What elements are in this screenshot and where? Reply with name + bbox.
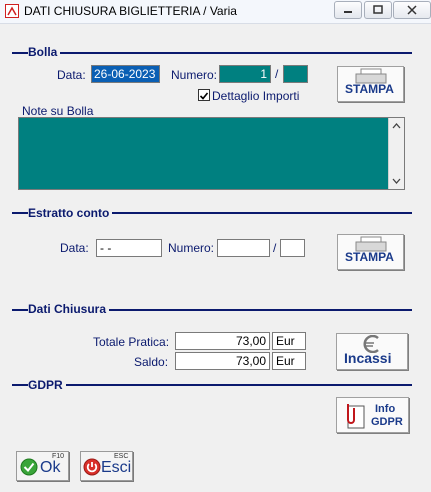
estratto-number-suffix-field[interactable] xyxy=(280,239,305,257)
bolla-number-suffix-field[interactable] xyxy=(283,65,308,83)
estratto-date-field[interactable]: - - xyxy=(96,239,162,257)
check-icon xyxy=(20,458,38,476)
close-button[interactable] xyxy=(393,1,431,19)
esci-label: Esci xyxy=(101,459,132,476)
info-gdpr-line1: Info xyxy=(375,403,396,415)
power-icon xyxy=(83,458,101,476)
info-gdpr-button[interactable]: Info GDPR xyxy=(336,397,409,433)
paperclip-document-icon xyxy=(347,404,365,429)
bolla-print-button[interactable]: STAMPA xyxy=(337,66,404,102)
ok-label: Ok xyxy=(40,459,61,476)
totale-currency-field: Eur xyxy=(272,332,306,350)
scroll-down-icon[interactable] xyxy=(392,178,401,184)
bolla-divider xyxy=(12,52,412,54)
bolla-number-label: Numero: xyxy=(171,68,218,82)
saldo-currency-field: Eur xyxy=(272,352,306,370)
info-gdpr-line2: GDPR xyxy=(371,416,403,428)
esci-button[interactable]: ESC Esci xyxy=(80,451,133,481)
bolla-number-field[interactable]: 1 xyxy=(219,65,271,83)
bolla-date-label: Data: xyxy=(57,68,86,82)
minimize-button[interactable] xyxy=(334,1,362,19)
estratto-print-label: STAMPA xyxy=(345,250,394,264)
saldo-label: Saldo: xyxy=(134,355,169,369)
estratto-number-label: Numero: xyxy=(168,241,215,255)
dati-chiusura-section-label: Dati Chiusura xyxy=(28,302,110,316)
estratto-print-button[interactable]: STAMPA xyxy=(337,234,404,270)
incassi-button[interactable]: Incassi xyxy=(336,333,408,370)
scroll-up-icon[interactable] xyxy=(392,123,401,129)
incassi-label: Incassi xyxy=(344,350,392,366)
gdpr-divider xyxy=(12,384,412,386)
totale-pratica-field[interactable]: 73,00 xyxy=(175,332,270,350)
app-icon xyxy=(5,4,19,18)
window-title: DATI CHIUSURA BIGLIETTERIA / Varia xyxy=(24,4,237,18)
totale-pratica-label: Totale Pratica: xyxy=(93,335,170,349)
estratto-date-label: Data: xyxy=(60,241,89,255)
bolla-date-field[interactable]: 26-06-2023 xyxy=(91,65,160,83)
dettaglio-importi-label: Dettaglio Importi xyxy=(212,89,300,103)
notes-scrollbar[interactable] xyxy=(388,118,404,189)
ok-button[interactable]: F10 Ok xyxy=(16,451,69,481)
gdpr-section-label: GDPR xyxy=(28,378,66,392)
estratto-section-label: Estratto conto xyxy=(28,206,113,220)
dettaglio-importi-checkbox[interactable] xyxy=(198,89,210,101)
bolla-print-label: STAMPA xyxy=(345,82,394,96)
estratto-number-separator: / xyxy=(273,241,277,255)
bolla-number-separator: / xyxy=(275,67,279,81)
notes-label: Note su Bolla xyxy=(22,104,94,118)
maximize-button[interactable] xyxy=(364,1,392,19)
saldo-field[interactable]: 73,00 xyxy=(175,352,270,370)
estratto-number-field[interactable] xyxy=(217,239,270,257)
bolla-section-label: Bolla xyxy=(28,45,61,59)
notes-textarea[interactable] xyxy=(18,117,405,190)
